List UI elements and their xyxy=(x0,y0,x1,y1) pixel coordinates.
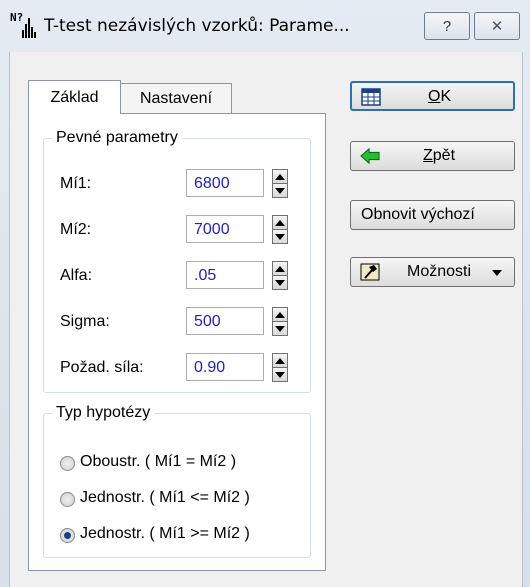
statistics-app-icon: N? xyxy=(10,12,36,38)
tab-panel-zaklad: Pevné parametry Mí1: 6800 Mí2: 7000 Alfa… xyxy=(28,113,326,571)
spin-up-icon[interactable] xyxy=(272,307,288,322)
param-row-power: Požad. síla: 0.90 xyxy=(44,353,310,383)
hypothesis-option-label: Oboustr. ( Mí1 = Mí2 ) xyxy=(80,453,237,470)
reset-label: Obnovit výchozí xyxy=(361,206,475,223)
options-button[interactable]: Možnosti xyxy=(350,257,515,287)
ok-button[interactable]: OK xyxy=(350,81,515,111)
radio-button[interactable] xyxy=(60,456,75,471)
power-label: Požad. síla: xyxy=(60,359,144,376)
param-row-mi2: Mí2: 7000 xyxy=(44,215,310,245)
close-button[interactable]: ✕ xyxy=(474,12,520,40)
reset-defaults-button[interactable]: Obnovit výchozí xyxy=(350,200,515,230)
title-bar[interactable]: N? T-test nezávislých vzorků: Parame... … xyxy=(0,0,530,52)
spin-down-icon[interactable] xyxy=(272,229,288,244)
dialog-window: N? T-test nezávislých vzorků: Parame... … xyxy=(0,0,530,587)
radio-button-selected[interactable] xyxy=(60,528,75,543)
green-left-arrow-icon xyxy=(360,147,380,165)
tab-zaklad[interactable]: Základ xyxy=(28,80,121,114)
alfa-spinner[interactable] xyxy=(272,261,288,290)
hypothesis-option-less-equal[interactable]: Jednostr. ( Mí1 <= Mí2 ) xyxy=(60,488,310,512)
spin-down-icon[interactable] xyxy=(272,183,288,198)
mi1-spinner[interactable] xyxy=(272,169,288,198)
hypothesis-type-legend: Typ hypotézy xyxy=(56,404,151,421)
fixed-parameters-group: Pevné parametry Mí1: 6800 Mí2: 7000 Alfa… xyxy=(43,129,311,393)
power-spinner[interactable] xyxy=(272,353,288,382)
help-button[interactable]: ? xyxy=(424,12,470,40)
back-label: Zpět xyxy=(423,147,456,164)
tab-nastaveni[interactable]: Nastavení xyxy=(120,83,232,114)
hammer-icon xyxy=(360,263,380,281)
radio-button[interactable] xyxy=(60,492,75,507)
close-icon: ✕ xyxy=(490,18,504,35)
spin-up-icon[interactable] xyxy=(272,261,288,276)
alfa-input[interactable]: .05 xyxy=(186,261,264,289)
fixed-parameters-legend: Pevné parametry xyxy=(56,129,178,146)
mi1-input[interactable]: 6800 xyxy=(186,169,264,197)
options-label: Možnosti xyxy=(407,263,472,280)
spin-up-icon[interactable] xyxy=(272,215,288,230)
sigma-input[interactable]: 500 xyxy=(186,307,264,335)
triangle-down-icon xyxy=(492,270,502,276)
alfa-label: Alfa: xyxy=(60,267,93,284)
power-input[interactable]: 0.90 xyxy=(186,353,264,381)
mi2-spinner[interactable] xyxy=(272,215,288,244)
dialog-client-area: Základ Nastavení Pevné parametry Mí1: 68… xyxy=(9,52,523,587)
hypothesis-option-two-sided[interactable]: Oboustr. ( Mí1 = Mí2 ) xyxy=(60,452,310,476)
mi2-input[interactable]: 7000 xyxy=(186,215,264,243)
param-row-alfa: Alfa: .05 xyxy=(44,261,310,291)
ok-label: OK xyxy=(428,88,452,105)
spin-down-icon[interactable] xyxy=(272,275,288,290)
spin-up-icon[interactable] xyxy=(272,169,288,184)
param-row-sigma: Sigma: 500 xyxy=(44,307,310,337)
hypothesis-option-greater-equal[interactable]: Jednostr. ( Mí1 >= Mí2 ) xyxy=(60,524,310,548)
param-row-mi1: Mí1: 6800 xyxy=(44,169,310,199)
window-title: T-test nezávislých vzorků: Parame... xyxy=(44,16,350,36)
back-button[interactable]: Zpět xyxy=(350,141,515,171)
sigma-label: Sigma: xyxy=(60,313,110,330)
spin-down-icon[interactable] xyxy=(272,321,288,336)
table-grid-icon xyxy=(361,88,381,106)
mi1-label: Mí1: xyxy=(60,175,92,192)
mi2-label: Mí2: xyxy=(60,221,92,238)
spin-up-icon[interactable] xyxy=(272,353,288,368)
hypothesis-type-group: Typ hypotézy Oboustr. ( Mí1 = Mí2 ) Jedn… xyxy=(43,404,311,558)
sigma-spinner[interactable] xyxy=(272,307,288,336)
hypothesis-option-label: Jednostr. ( Mí1 >= Mí2 ) xyxy=(80,525,250,542)
spin-down-icon[interactable] xyxy=(272,367,288,382)
hypothesis-option-label: Jednostr. ( Mí1 <= Mí2 ) xyxy=(80,489,250,506)
